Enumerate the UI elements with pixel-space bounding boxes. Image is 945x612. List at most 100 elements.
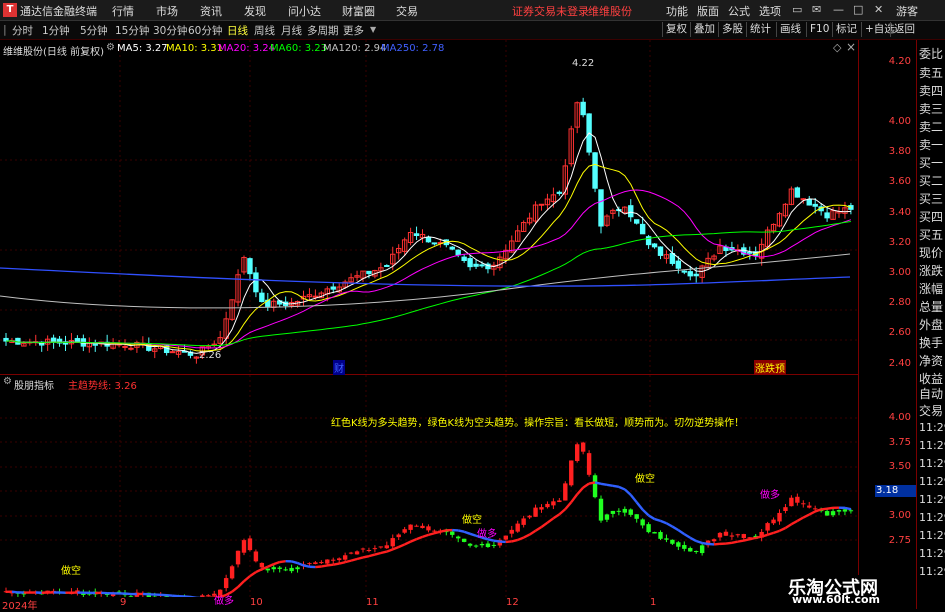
indicator-name[interactable]: 股朋指标 — [14, 377, 54, 392]
chart-settings-icon[interactable]: ◇ — [833, 41, 841, 54]
message-icon[interactable]: ✉ — [812, 3, 821, 16]
trend-line-segment — [613, 486, 619, 487]
ind-body — [266, 569, 270, 571]
trend-line-segment — [756, 537, 762, 538]
period-daily[interactable]: 日线 — [227, 23, 248, 38]
ind-body — [260, 563, 264, 567]
indicator-settings-icon[interactable]: ⚙ — [3, 376, 12, 387]
trend-line-segment — [607, 485, 613, 486]
ind-body — [670, 540, 674, 544]
menu-market[interactable]: 市场 — [156, 3, 178, 19]
menu-function[interactable]: 功能 — [666, 3, 688, 19]
ind-body — [516, 524, 520, 532]
guest-label[interactable]: 游客 — [896, 3, 918, 19]
menu-layout[interactable]: 版面 — [697, 3, 719, 19]
ind-body — [361, 549, 365, 550]
candle-body — [807, 200, 811, 205]
ind-body — [837, 510, 841, 512]
period-1min[interactable]: 1分钟 — [42, 23, 70, 38]
signal-short-label: 做空 — [635, 470, 655, 485]
ind-body — [242, 540, 246, 553]
signal-short-label: 做空 — [61, 562, 81, 577]
ind-body — [635, 514, 639, 519]
trend-line-segment — [232, 587, 238, 592]
candle-body — [260, 293, 264, 301]
menu-news[interactable]: 资讯 — [200, 3, 222, 19]
multi-stock-button[interactable]: 多股 — [718, 22, 746, 37]
settings-gear-icon[interactable]: ⚙ — [106, 42, 115, 53]
ind-body — [230, 566, 234, 578]
menu-wealth-circle[interactable]: 财富圈 — [342, 3, 375, 19]
limit-forecast-badge[interactable]: 涨跌预 — [754, 360, 786, 375]
ind-body — [563, 483, 567, 500]
back-button[interactable]: 返回 — [890, 22, 918, 37]
period-5min[interactable]: 5分钟 — [80, 23, 108, 38]
ind-body — [468, 544, 472, 546]
menu-discover[interactable]: 发现 — [244, 3, 266, 19]
trend-line-segment — [327, 565, 333, 566]
stock-link[interactable]: 维维股份 — [588, 3, 632, 19]
close-icon[interactable]: ✕ — [874, 3, 883, 16]
ind-body — [533, 508, 537, 517]
overlay-button[interactable]: 叠加 — [690, 22, 718, 37]
main-kline-chart[interactable] — [0, 40, 858, 374]
period-monthly[interactable]: 月线 — [281, 23, 302, 38]
financial-badge[interactable]: 财 — [333, 360, 345, 375]
trend-line-segment — [417, 537, 423, 539]
candle-body — [426, 237, 430, 241]
menu-trade[interactable]: 交易 — [396, 3, 418, 19]
ind-body — [551, 501, 555, 505]
candle-body — [593, 153, 597, 188]
fq-button[interactable]: 复权 — [662, 22, 690, 37]
ind-body — [527, 516, 531, 518]
mark-button[interactable]: 标记 — [832, 22, 860, 37]
period-60min[interactable]: 60分钟 — [188, 23, 222, 38]
period-weekly[interactable]: 周线 — [254, 23, 275, 38]
period-15min[interactable]: 15分钟 — [115, 23, 149, 38]
trend-line-segment — [321, 565, 327, 566]
ma10-line — [6, 164, 851, 351]
more-chevron-icon[interactable]: ▼ — [370, 25, 376, 34]
trend-line-segment — [244, 576, 250, 581]
main-kline-panel[interactable] — [0, 40, 859, 375]
ind-body — [385, 545, 389, 548]
side-label: 涨幅 — [919, 280, 943, 297]
menu-ask-xiaoda[interactable]: 问小达 — [288, 3, 321, 19]
ind-body — [611, 511, 615, 514]
period-multi[interactable]: 多周期 — [307, 23, 339, 38]
ind-body — [789, 498, 793, 506]
indicator-panel[interactable] — [0, 375, 859, 597]
ind-body — [771, 520, 775, 524]
ind-body — [343, 555, 347, 559]
candle-body — [599, 190, 603, 226]
trade-label[interactable]: 交易 — [919, 402, 943, 419]
y-tick: 3.50 — [889, 461, 911, 472]
trend-line-segment — [393, 547, 399, 549]
period-30min[interactable]: 30分钟 — [153, 23, 187, 38]
indicator-chart[interactable] — [0, 375, 858, 597]
auto-trade-label[interactable]: 自动 — [919, 385, 943, 402]
period-more[interactable]: 更多 — [343, 23, 364, 38]
menu-options[interactable]: 选项 — [759, 3, 781, 19]
screen-icon[interactable]: ▭ — [792, 3, 802, 16]
stats-button[interactable]: 统计 — [746, 22, 774, 37]
maximize-icon[interactable]: □ — [853, 3, 863, 16]
period-tick[interactable]: 分时 — [12, 23, 33, 38]
trade-login-notice[interactable]: 证券交易未登录 — [512, 3, 589, 19]
collapse-handle-icon[interactable]: | — [3, 23, 7, 36]
menu-formula[interactable]: 公式 — [728, 3, 750, 19]
minimize-icon[interactable]: — — [833, 3, 844, 16]
candle-body — [581, 102, 585, 114]
menu-market-quotes[interactable]: 行情 — [112, 3, 134, 19]
chart-close-icon[interactable]: × — [846, 40, 856, 54]
draw-line-button[interactable]: 画线 — [776, 22, 804, 37]
ind-body — [236, 551, 240, 565]
candle-body — [658, 247, 662, 255]
ind-body — [337, 558, 341, 560]
f10-button[interactable]: F10 — [806, 22, 832, 37]
ind-body — [539, 507, 543, 509]
ind-body — [682, 545, 686, 549]
trend-line-segment — [434, 532, 440, 534]
ind-body — [391, 538, 395, 546]
ma60-legend: MA60: 3.23 — [270, 43, 327, 54]
